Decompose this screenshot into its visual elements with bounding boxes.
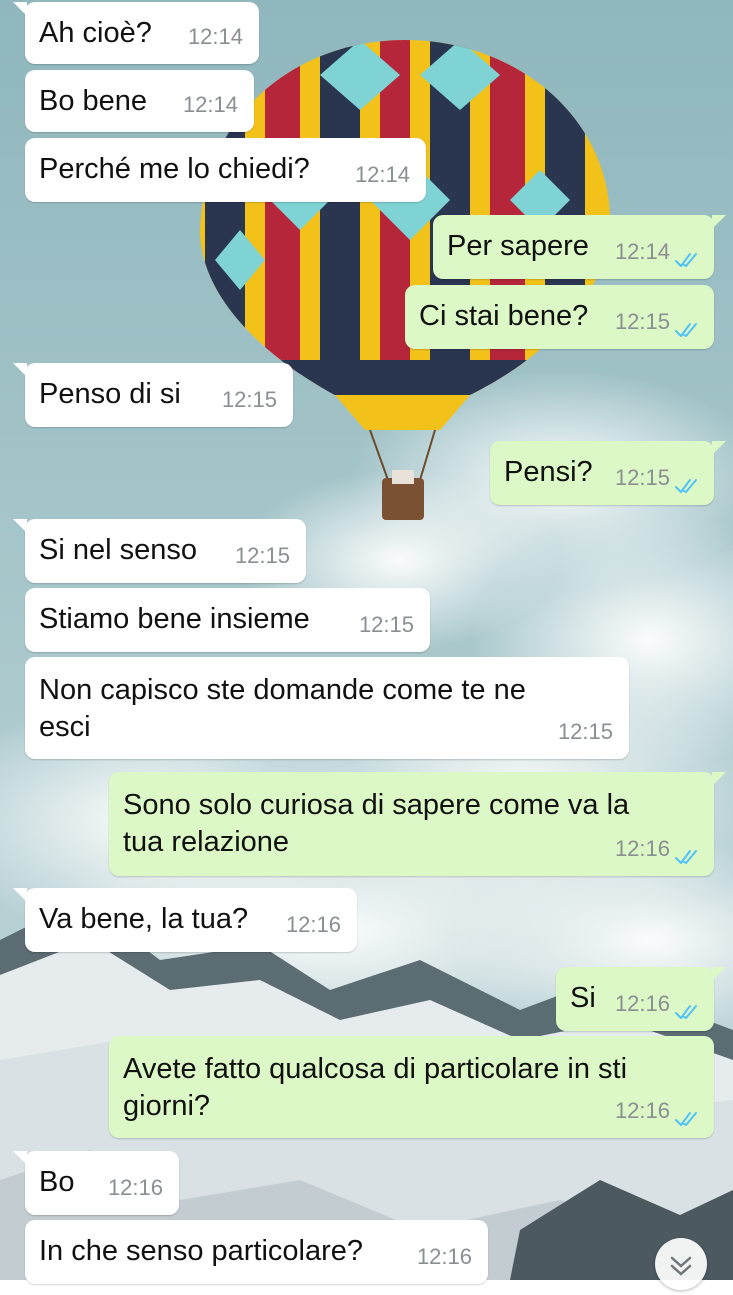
incoming-message[interactable]: Perché me lo chiedi? 12:14 <box>25 138 426 202</box>
message-timestamp: 12:15 <box>557 719 613 744</box>
outgoing-message[interactable]: Per sapere 12:14 <box>433 215 726 279</box>
message-text: Per sapere <box>447 230 589 262</box>
double-check-icon <box>675 850 697 864</box>
message-text: Si nel senso <box>39 534 197 566</box>
message-text: Penso di si <box>39 378 181 410</box>
outgoing-message[interactable]: Avete fatto qualcosa di particolare in s… <box>109 1036 714 1138</box>
double-check-icon <box>675 479 697 493</box>
message-text: Stiamo bene insieme <box>39 603 310 635</box>
bubble-tail <box>712 441 726 455</box>
outgoing-message[interactable]: Pensi? 12:15 <box>490 441 726 505</box>
bubble-tail <box>712 215 726 229</box>
message-timestamp: 12:14 <box>187 24 243 49</box>
outgoing-message[interactable]: Sono solo curiosa di sapere come va la t… <box>109 772 726 876</box>
message-text: Sono solo curiosa di sapere come va la t… <box>123 789 638 858</box>
double-check-icon <box>675 323 697 337</box>
bubble-tail <box>13 888 27 902</box>
message-text: Avete fatto qualcosa di particolare in s… <box>123 1053 636 1122</box>
double-check-icon <box>675 253 697 267</box>
message-timestamp: 12:14 <box>614 239 670 264</box>
incoming-message[interactable]: Si nel senso 12:15 <box>13 519 306 583</box>
message-timestamp: 12:15 <box>221 387 277 412</box>
message-text: Si <box>570 982 596 1014</box>
incoming-message[interactable]: In che senso particolare? 12:16 <box>25 1220 488 1284</box>
incoming-message[interactable]: Va bene, la tua? 12:16 <box>13 888 357 952</box>
bubble-tail <box>712 772 726 786</box>
message-timestamp: 12:16 <box>614 1098 670 1123</box>
message-timestamp: 12:15 <box>234 543 290 568</box>
message-timestamp: 12:15 <box>614 309 670 334</box>
incoming-message[interactable]: Stiamo bene insieme 12:15 <box>25 588 430 652</box>
message-text: Non capisco ste domande come te ne esci <box>39 674 534 743</box>
bubble-tail <box>712 967 726 981</box>
message-timestamp: 12:16 <box>285 912 341 937</box>
chevron-double-down-icon <box>670 1256 692 1276</box>
message-text: Bo bene <box>39 85 148 117</box>
message-text: Bo <box>39 1166 75 1198</box>
outgoing-message[interactable]: Si 12:16 <box>556 967 726 1031</box>
message-timestamp: 12:14 <box>354 162 410 187</box>
message-timestamp: 12:16 <box>107 1175 163 1200</box>
incoming-message[interactable]: Bo bene 12:14 <box>25 70 254 132</box>
message-timestamp: 12:16 <box>614 836 670 861</box>
bubble-tail <box>13 2 27 16</box>
message-timestamp: 12:16 <box>416 1244 472 1269</box>
message-text: Perché me lo chiedi? <box>39 153 310 185</box>
message-text: Ci stai bene? <box>419 300 589 332</box>
bubble-tail <box>13 519 27 533</box>
scroll-down-button[interactable] <box>655 1238 707 1290</box>
message-timestamp: 12:14 <box>182 92 238 117</box>
incoming-message[interactable]: Ah cioè? 12:14 <box>13 2 259 64</box>
double-check-icon <box>675 1005 697 1019</box>
message-timestamp: 12:15 <box>358 612 414 637</box>
outgoing-message[interactable]: Ci stai bene? 12:15 <box>405 285 714 349</box>
double-check-icon <box>675 1112 697 1126</box>
message-text: In che senso particolare? <box>39 1235 364 1267</box>
message-text: Va bene, la tua? <box>39 903 249 935</box>
message-timestamp: 12:15 <box>614 465 670 490</box>
incoming-message[interactable]: Penso di si 12:15 <box>13 363 293 427</box>
message-text: Ah cioè? <box>39 17 152 49</box>
incoming-message[interactable]: Bo 12:16 <box>13 1151 179 1215</box>
message-timestamp: 12:16 <box>614 991 670 1016</box>
bubble-tail <box>13 1151 27 1165</box>
incoming-message[interactable]: Non capisco ste domande come te ne esci 1… <box>25 657 629 759</box>
bubble-tail <box>13 363 27 377</box>
message-text: Pensi? <box>504 456 593 488</box>
